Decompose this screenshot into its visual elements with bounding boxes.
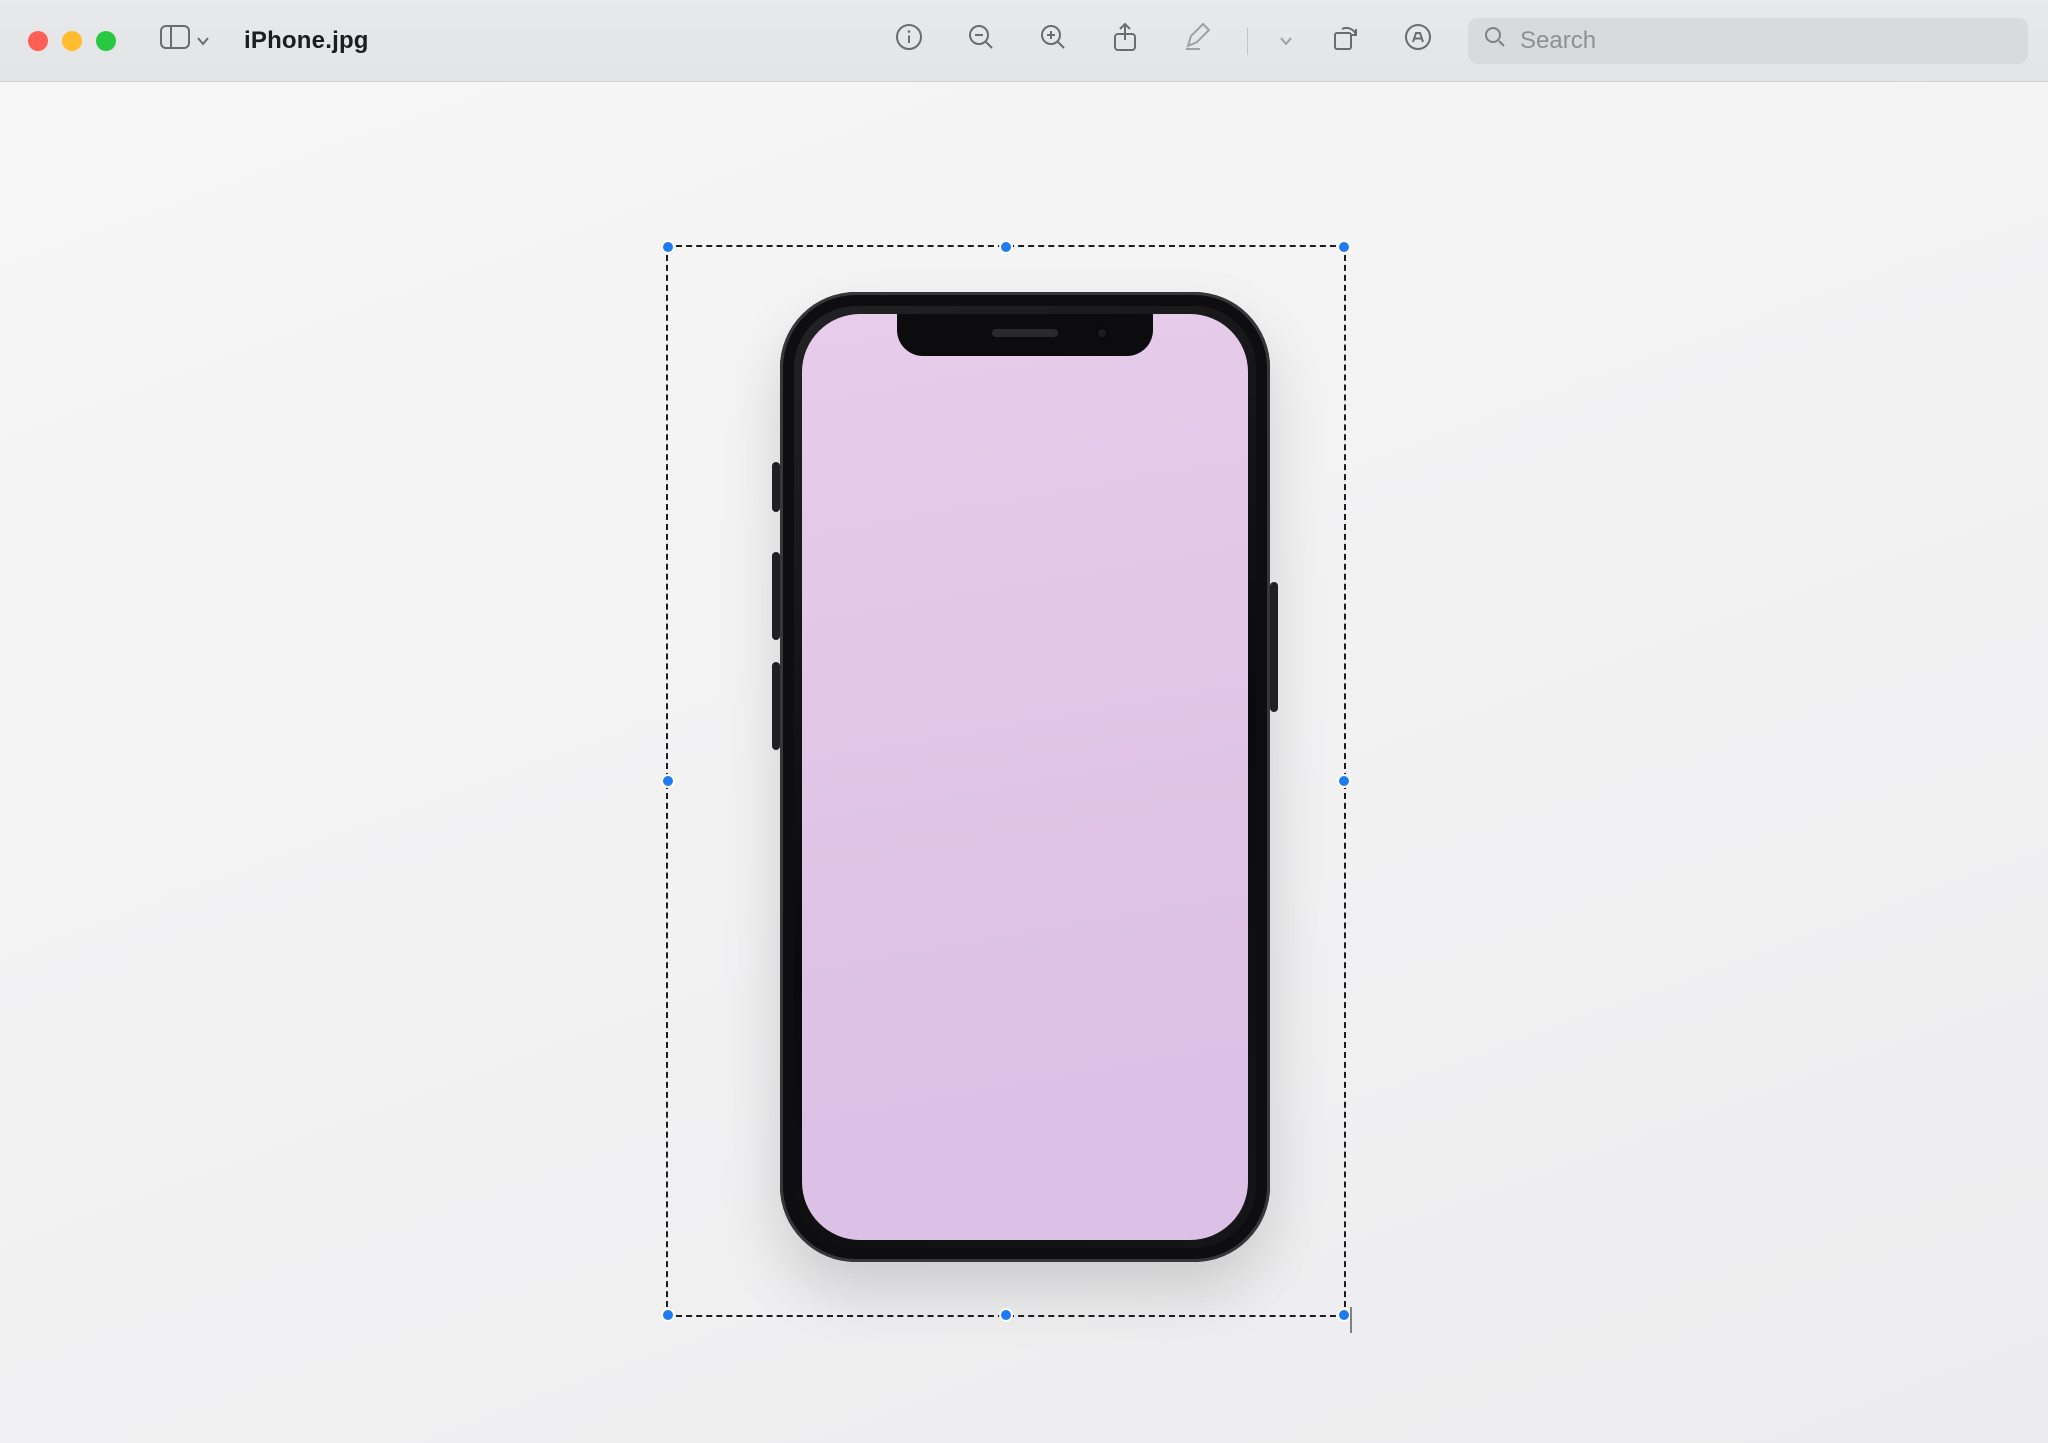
zoom-in-icon — [1039, 23, 1067, 58]
chevron-down-icon — [1279, 27, 1293, 55]
search-icon — [1484, 26, 1506, 55]
zoom-out-button[interactable] — [959, 19, 1003, 63]
search-input[interactable] — [1518, 26, 2012, 56]
markup-button[interactable] — [1175, 19, 1219, 63]
sidebar-icon — [160, 25, 190, 56]
selection-handle-top-right[interactable] — [1337, 240, 1351, 254]
toolbar-divider — [1247, 27, 1248, 55]
highlight-icon — [1404, 23, 1432, 58]
selection-handle-bottom-left[interactable] — [661, 1308, 675, 1322]
markup-icon — [1183, 23, 1211, 58]
rotate-button[interactable] — [1324, 19, 1368, 63]
text-caret — [1350, 1307, 1352, 1333]
selection-handle-bottom[interactable] — [999, 1308, 1013, 1322]
markup-menu-button[interactable] — [1276, 27, 1296, 55]
crop-selection[interactable] — [666, 245, 1346, 1317]
info-button[interactable] — [887, 19, 931, 63]
close-window-button[interactable] — [28, 31, 48, 51]
info-icon — [895, 23, 923, 58]
selection-handle-top-left[interactable] — [661, 240, 675, 254]
zoom-out-icon — [967, 23, 995, 58]
document-title: iPhone.jpg — [244, 27, 369, 55]
search-field[interactable] — [1468, 18, 2028, 64]
zoom-in-button[interactable] — [1031, 19, 1075, 63]
traffic-lights — [28, 31, 116, 51]
selection-handle-bottom-right[interactable] — [1337, 1308, 1351, 1322]
rotate-icon — [1332, 23, 1360, 58]
selection-handle-top[interactable] — [999, 240, 1013, 254]
toolbar-actions — [887, 18, 2028, 64]
selection-handle-right[interactable] — [1337, 774, 1351, 788]
selection-handle-left[interactable] — [661, 774, 675, 788]
sidebar-toggle-button[interactable] — [160, 25, 210, 56]
share-button[interactable] — [1103, 19, 1147, 63]
fullscreen-window-button[interactable] — [96, 31, 116, 51]
share-icon — [1111, 22, 1139, 59]
image-canvas[interactable] — [0, 82, 2048, 1443]
minimize-window-button[interactable] — [62, 31, 82, 51]
highlight-button[interactable] — [1396, 19, 1440, 63]
chevron-down-icon — [196, 27, 210, 55]
window-toolbar: iPhone.jpg — [0, 0, 2048, 82]
